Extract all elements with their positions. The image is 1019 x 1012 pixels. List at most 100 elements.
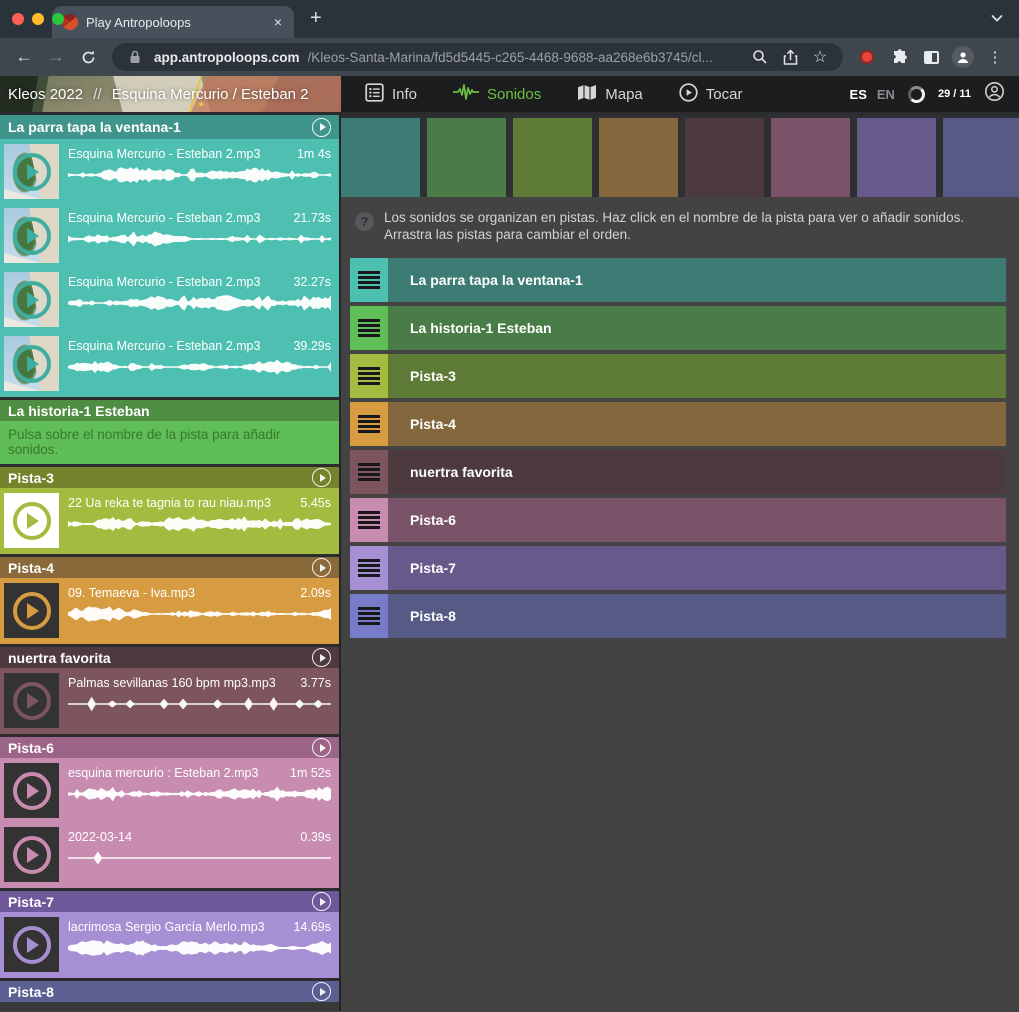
tab-close-icon[interactable]: × — [272, 14, 284, 30]
record-extension-icon[interactable] — [853, 43, 881, 71]
clip-thumbnail[interactable] — [4, 763, 59, 818]
track-row-bar[interactable]: Pista-4 — [388, 402, 1006, 446]
audio-clip[interactable]: 09. Temaeva - Iva.mp32.09s — [0, 578, 339, 642]
track-row-bar[interactable]: Pista-3 — [388, 354, 1006, 398]
nav-item-tocar[interactable]: Tocar — [679, 83, 743, 106]
audio-clip[interactable]: Esquina Mercurio - Esteban 2.mp321.73s — [0, 203, 339, 267]
track-header[interactable]: La parra tapa la ventana-1 — [0, 115, 339, 139]
track-color-swatch[interactable] — [599, 118, 678, 197]
track-row-bar[interactable]: La historia-1 Esteban — [388, 306, 1006, 350]
audio-clip[interactable]: Palmas sevillanas 160 bpm mp3.mp33.77s — [0, 668, 339, 732]
track-color-swatch[interactable] — [341, 118, 420, 197]
clip-thumbnail[interactable] — [4, 144, 59, 199]
track-drag-handle[interactable] — [350, 450, 388, 494]
maximize-window-button[interactable] — [52, 13, 64, 25]
share-icon[interactable] — [779, 49, 801, 66]
audio-clip[interactable]: 22 Ua reka te tagnia to rau niau.mp35.45… — [0, 488, 339, 552]
track-play-button[interactable] — [312, 982, 331, 1001]
track-row[interactable]: La parra tapa la ventana-1 — [350, 258, 1006, 302]
clip-play-icon[interactable] — [13, 281, 51, 319]
extensions-puzzle-icon[interactable] — [885, 43, 913, 71]
track-row[interactable]: La historia-1 Esteban — [350, 306, 1006, 350]
track-row-bar[interactable]: nuertra favorita — [388, 450, 1006, 494]
track-row-bar[interactable]: Pista-6 — [388, 498, 1006, 542]
clip-play-icon[interactable] — [13, 345, 51, 383]
nav-item-info[interactable]: Info — [365, 83, 417, 106]
account-icon[interactable] — [984, 81, 1005, 107]
track-play-button[interactable] — [312, 738, 331, 757]
browser-menu-icon[interactable]: ⋮ — [981, 43, 1009, 71]
clip-play-icon[interactable] — [13, 502, 51, 540]
clip-thumbnail[interactable] — [4, 208, 59, 263]
clip-thumbnail[interactable] — [4, 673, 59, 728]
audio-clip[interactable]: Esquina Mercurio - Esteban 2.mp332.27s — [0, 267, 339, 331]
clip-thumbnail[interactable] — [4, 493, 59, 548]
track-color-swatch[interactable] — [943, 118, 1019, 197]
clip-thumbnail[interactable] — [4, 827, 59, 882]
close-window-button[interactable] — [12, 13, 24, 25]
bookmark-star-icon[interactable]: ☆ — [809, 47, 831, 67]
track-drag-handle[interactable] — [350, 354, 388, 398]
track-header[interactable]: Pista-7 — [0, 888, 339, 912]
track-row-bar[interactable]: Pista-7 — [388, 546, 1006, 590]
track-row[interactable]: Pista-4 — [350, 402, 1006, 446]
audio-clip[interactable]: lacrimosa Sergio García Merlo.mp314.69s — [0, 912, 339, 976]
track-row[interactable]: Pista-3 — [350, 354, 1006, 398]
track-play-button[interactable] — [312, 558, 331, 577]
track-header[interactable]: Pista-8 — [0, 978, 339, 1002]
track-color-swatch[interactable] — [685, 118, 764, 197]
track-color-swatch[interactable] — [513, 118, 592, 197]
audio-clip[interactable]: 2022-03-140.39s — [0, 822, 339, 886]
track-header[interactable]: Pista-3 — [0, 464, 339, 488]
language-en[interactable]: EN — [877, 87, 895, 102]
clip-play-icon[interactable] — [13, 153, 51, 191]
track-row[interactable]: nuertra favorita — [350, 450, 1006, 494]
track-header[interactable]: nuertra favorita — [0, 644, 339, 668]
track-row[interactable]: Pista-6 — [350, 498, 1006, 542]
clip-play-icon[interactable] — [13, 926, 51, 964]
track-play-button[interactable] — [312, 118, 331, 137]
browser-tab[interactable]: Play Antropoloops × — [52, 6, 294, 38]
audio-clip[interactable]: Esquina Mercurio - Esteban 2.mp339.29s — [0, 331, 339, 395]
clip-play-icon[interactable] — [13, 592, 51, 630]
track-row-bar[interactable]: La parra tapa la ventana-1 — [388, 258, 1006, 302]
track-row[interactable]: Pista-7 — [350, 546, 1006, 590]
language-es[interactable]: ES — [850, 87, 867, 102]
track-header[interactable]: La historia-1 Esteban — [0, 397, 339, 421]
new-tab-button[interactable]: + — [310, 7, 322, 38]
track-drag-handle[interactable] — [350, 546, 388, 590]
track-header[interactable]: Pista-4 — [0, 554, 339, 578]
track-play-button[interactable] — [312, 468, 331, 487]
side-panel-icon[interactable] — [917, 43, 945, 71]
minimize-window-button[interactable] — [32, 13, 44, 25]
tab-search-chevron-icon[interactable] — [989, 10, 1005, 31]
reload-icon[interactable] — [74, 43, 102, 71]
track-header[interactable]: Pista-6 — [0, 734, 339, 758]
nav-item-mapa[interactable]: Mapa — [577, 84, 643, 105]
track-drag-handle[interactable] — [350, 594, 388, 638]
clip-play-icon[interactable] — [13, 772, 51, 810]
track-color-swatch[interactable] — [857, 118, 936, 197]
profile-avatar[interactable] — [949, 43, 977, 71]
track-color-swatch[interactable] — [771, 118, 850, 197]
zoom-icon[interactable] — [749, 49, 771, 65]
clip-thumbnail[interactable] — [4, 336, 59, 391]
clip-play-icon[interactable] — [13, 836, 51, 874]
back-arrow-icon[interactable]: ← — [10, 43, 38, 71]
track-drag-handle[interactable] — [350, 402, 388, 446]
track-drag-handle[interactable] — [350, 498, 388, 542]
clip-play-icon[interactable] — [13, 217, 51, 255]
clip-play-icon[interactable] — [13, 682, 51, 720]
track-play-button[interactable] — [312, 892, 331, 911]
forward-arrow-icon[interactable]: → — [42, 43, 70, 71]
clip-thumbnail[interactable] — [4, 917, 59, 972]
clip-thumbnail[interactable] — [4, 272, 59, 327]
track-row[interactable]: Pista-8 — [350, 594, 1006, 638]
address-bar[interactable]: app.antropoloops.com /Kleos-Santa-Marina… — [112, 43, 843, 71]
track-color-swatch[interactable] — [427, 118, 506, 197]
nav-item-sonidos[interactable]: Sonidos — [453, 83, 541, 105]
clip-thumbnail[interactable] — [4, 583, 59, 638]
track-drag-handle[interactable] — [350, 306, 388, 350]
audio-clip[interactable]: Esquina Mercurio - Esteban 2.mp31m 4s — [0, 139, 339, 203]
track-play-button[interactable] — [312, 648, 331, 667]
